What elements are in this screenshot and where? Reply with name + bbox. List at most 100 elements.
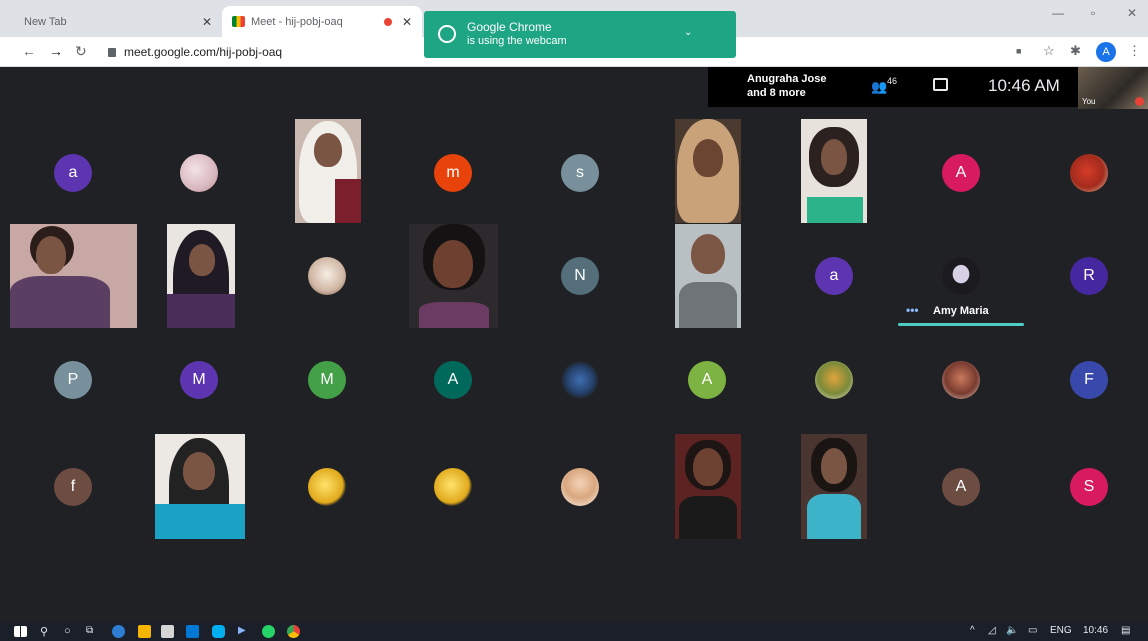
avatar-letter: M — [320, 371, 334, 388]
notifications-icon[interactable]: ▤ — [1121, 625, 1130, 636]
participant-avatar[interactable]: A — [434, 361, 472, 399]
tab-meet[interactable]: Meet - hij-pobj-oaq ✕ — [222, 6, 422, 37]
active-speaker-indicator — [898, 323, 1024, 326]
cortana-icon[interactable]: ○ — [64, 625, 71, 637]
language-indicator[interactable]: ENG — [1050, 625, 1072, 636]
presenting-more: and 8 more — [747, 87, 806, 99]
active-speaker-name: Amy Maria — [933, 305, 989, 317]
participant-avatar[interactable]: M — [180, 361, 218, 399]
avatar-letter: S — [1083, 478, 1095, 495]
battery-icon[interactable]: ▭ — [1028, 625, 1037, 636]
menu-icon[interactable]: ⋮ — [1128, 43, 1141, 59]
participant-video[interactable] — [409, 224, 498, 328]
tray-chevron-icon[interactable]: ^ — [970, 625, 975, 636]
participant-avatar[interactable]: m — [434, 154, 472, 192]
participant-photo[interactable] — [942, 257, 980, 295]
participant-photo[interactable] — [1070, 154, 1108, 192]
avatar-letter: A — [955, 478, 967, 495]
participant-photo[interactable] — [308, 257, 346, 295]
search-icon[interactable]: ⚲ — [40, 625, 48, 638]
participant-photo[interactable] — [561, 468, 599, 506]
meet-bottom-area — [8, 539, 1148, 622]
bookmark-star-icon[interactable]: ☆ — [1043, 43, 1055, 59]
back-icon[interactable]: ← — [22, 43, 36, 59]
participant-grid: a m s A N a R P M M A A F f A S — [8, 119, 1148, 539]
participant-video[interactable] — [10, 224, 137, 328]
avatar-letter: s — [576, 164, 584, 181]
close-tab-icon[interactable]: ✕ — [402, 15, 412, 29]
participant-video[interactable] — [801, 119, 867, 223]
participant-avatar[interactable]: S — [1070, 468, 1108, 506]
participant-avatar[interactable]: A — [942, 154, 980, 192]
avatar-letter: m — [446, 164, 460, 181]
avatar-letter: A — [701, 371, 713, 388]
people-icon[interactable]: 👥 — [871, 79, 887, 95]
mail-icon[interactable] — [186, 625, 199, 638]
participant-avatar[interactable]: A — [942, 468, 980, 506]
reload-icon[interactable]: ↻ — [75, 43, 87, 60]
participant-avatar[interactable]: R — [1070, 257, 1108, 295]
participant-video[interactable] — [675, 434, 741, 539]
camera-in-use-icon[interactable]: ■ — [1016, 46, 1021, 56]
participant-count: 46 — [887, 76, 898, 86]
task-view-icon[interactable]: ⧉ — [86, 625, 93, 636]
avatar-letter: F — [1084, 371, 1094, 388]
avatar-letter: P — [67, 371, 79, 388]
participant-photo[interactable] — [561, 361, 599, 399]
participant-avatar[interactable]: M — [308, 361, 346, 399]
participant-avatar[interactable]: a — [54, 154, 92, 192]
participant-avatar[interactable]: P — [54, 361, 92, 399]
lock-icon — [108, 47, 116, 57]
minimize-icon[interactable]: — — [1052, 6, 1064, 20]
participant-avatar[interactable]: A — [688, 361, 726, 399]
profile-avatar[interactable]: A — [1096, 42, 1116, 62]
screen: New Tab ✕ Meet - hij-pobj-oaq ✕ — ▫ ✕ ← … — [0, 0, 1148, 641]
participant-photo[interactable] — [942, 361, 980, 399]
participant-avatar[interactable]: s — [561, 154, 599, 192]
self-video-tile[interactable]: You — [1078, 67, 1148, 109]
edge-icon[interactable] — [112, 625, 125, 638]
participant-photo[interactable] — [434, 468, 472, 506]
taskbar-clock[interactable]: 10:46 — [1083, 625, 1108, 636]
participant-video[interactable] — [675, 119, 741, 223]
participant-avatar[interactable]: F — [1070, 361, 1108, 399]
participant-video[interactable] — [295, 119, 361, 223]
participant-photo[interactable] — [180, 154, 218, 192]
close-tab-icon[interactable]: ✕ — [202, 15, 212, 29]
participant-photo[interactable] — [308, 468, 346, 506]
avatar-letter: a — [68, 164, 78, 181]
participant-video[interactable] — [155, 434, 245, 539]
participant-avatar[interactable]: N — [561, 257, 599, 295]
participant-video[interactable] — [801, 434, 867, 539]
participant-video[interactable] — [167, 224, 235, 328]
participant-video[interactable] — [675, 224, 741, 328]
participant-photo[interactable] — [815, 361, 853, 399]
participant-avatar[interactable]: f — [54, 468, 92, 506]
meeting-clock: 10:46 AM — [988, 76, 1060, 95]
avatar-letter: A — [955, 164, 967, 181]
restore-icon[interactable]: ▫ — [1091, 6, 1095, 20]
explorer-icon[interactable] — [138, 625, 151, 638]
window-close-icon[interactable]: ✕ — [1127, 6, 1137, 20]
presenting-label[interactable]: Anugraha Jose and 8 more — [747, 72, 826, 100]
chevron-down-icon[interactable]: ⌄ — [684, 27, 692, 38]
avatar-letter: f — [70, 478, 76, 495]
chrome-icon[interactable] — [287, 625, 300, 638]
media-player-icon[interactable]: ▶ — [238, 625, 246, 636]
mic-muted-icon — [1135, 97, 1144, 106]
whatsapp-icon[interactable] — [262, 625, 275, 638]
network-icon[interactable]: ◿ — [988, 625, 996, 636]
tab-new-tab[interactable]: New Tab ✕ — [14, 6, 222, 37]
notification-subtitle: is using the webcam — [467, 35, 567, 47]
forward-icon[interactable]: → — [49, 43, 63, 59]
volume-icon[interactable]: 🔈 — [1006, 625, 1018, 636]
extensions-icon[interactable]: ✱ — [1070, 43, 1081, 59]
skype-icon[interactable] — [212, 625, 225, 638]
avatar-letter: A — [447, 371, 459, 388]
participant-avatar[interactable]: a — [815, 257, 853, 295]
chat-icon[interactable] — [933, 78, 948, 91]
webcam-notification[interactable]: Google Chrome is using the webcam ⌄ — [424, 11, 736, 58]
store-icon[interactable] — [161, 625, 174, 638]
start-icon[interactable] — [14, 626, 27, 637]
tab-label: New Tab — [24, 15, 67, 28]
